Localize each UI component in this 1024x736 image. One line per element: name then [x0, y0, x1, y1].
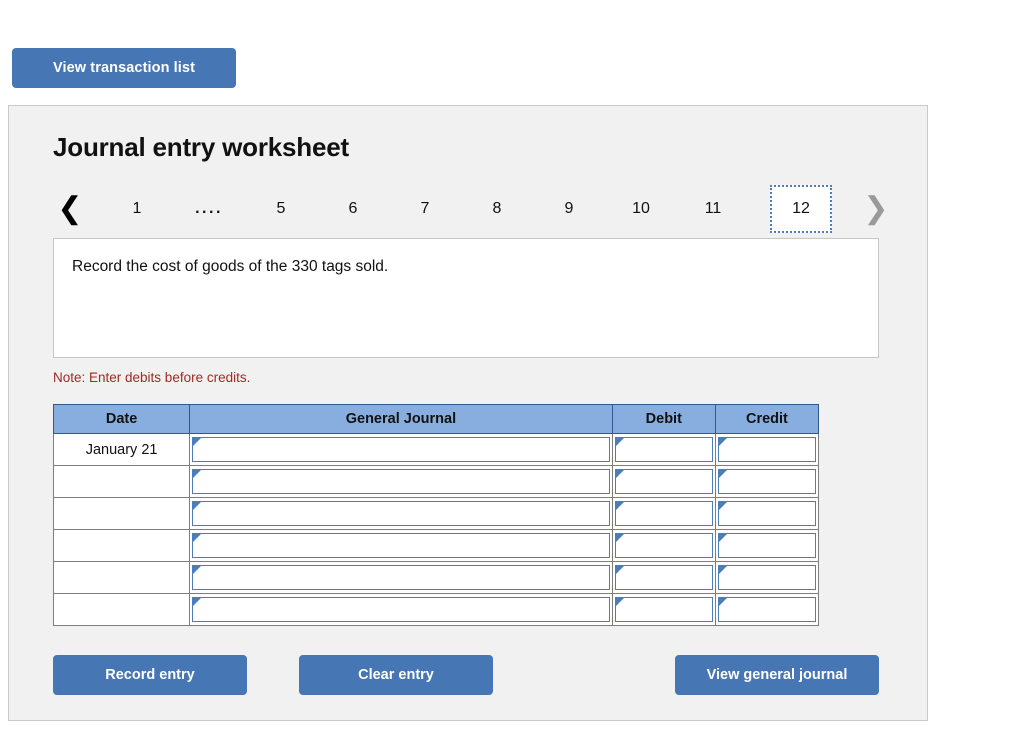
table-row [52, 529, 820, 562]
cell-input-wrapper [717, 437, 816, 462]
pagination-page-1[interactable]: 1 [122, 195, 152, 223]
cell-general-journal[interactable] [189, 593, 613, 626]
cell-date[interactable] [52, 497, 191, 530]
cell-credit[interactable] [714, 465, 820, 498]
cell-debit[interactable] [611, 593, 716, 626]
cell-general-journal-input[interactable] [202, 598, 607, 621]
cell-date[interactable] [52, 593, 191, 626]
cell-input-wrapper [192, 597, 610, 622]
cell-credit[interactable] [714, 433, 820, 466]
cell-input-wrapper [192, 565, 610, 590]
cell-debit[interactable] [611, 433, 716, 466]
cell-input-wrapper [717, 597, 816, 622]
instruction-text: Record the cost of goods of the 330 tags… [72, 258, 389, 275]
cell-input-wrapper [614, 597, 713, 622]
pagination-page-5[interactable]: 5 [266, 195, 296, 223]
cell-debit[interactable] [611, 529, 716, 562]
cell-credit[interactable] [714, 497, 820, 530]
pagination-page-7[interactable]: 7 [410, 195, 440, 223]
cell-input-wrapper [192, 437, 610, 462]
cell-credit-input[interactable] [727, 598, 813, 621]
worksheet-screen: View transaction list Journal entry work… [0, 0, 1024, 736]
debits-before-credits-note: Note: Enter debits before credits. [53, 370, 251, 385]
table-row [52, 561, 820, 594]
cell-date[interactable] [52, 465, 191, 498]
cell-input-wrapper [614, 437, 713, 462]
cell-debit-input[interactable] [624, 566, 710, 589]
column-header-debit: Debit [611, 404, 716, 434]
cell-general-journal[interactable] [189, 561, 613, 594]
pagination-page-11[interactable]: 11 [698, 195, 728, 223]
cell-input-wrapper [717, 565, 816, 590]
cell-input-wrapper [614, 501, 713, 526]
cell-credit[interactable] [714, 593, 820, 626]
cell-input-wrapper [192, 533, 610, 558]
column-header-date: Date [52, 404, 191, 434]
cell-credit-input[interactable] [727, 534, 813, 557]
pagination-page-12[interactable]: 12 [770, 185, 832, 233]
pagination-ellipsis: .... [195, 200, 223, 217]
journal-entry-panel: Journal entry worksheet ❮ 1.... 5 6 7 8 9 10 11… [8, 105, 928, 721]
cell-general-journal[interactable] [189, 433, 613, 466]
cell-input-wrapper [717, 533, 816, 558]
cell-input-wrapper [192, 501, 610, 526]
cell-debit-input[interactable] [624, 438, 710, 461]
chevron-left-icon[interactable]: ❮ [53, 194, 87, 224]
cell-general-journal-input[interactable] [202, 502, 607, 525]
journal-entry-table-body: January 21 [52, 433, 820, 626]
cell-debit-input[interactable] [624, 598, 710, 621]
pagination: ❮ 1.... 5 6 7 8 9 10 11 12 ❯ [53, 180, 893, 238]
cell-general-journal-input[interactable] [202, 470, 607, 493]
cell-general-journal[interactable] [189, 465, 613, 498]
pagination-page-8[interactable]: 8 [482, 195, 512, 223]
cell-input-wrapper [614, 469, 713, 494]
cell-date[interactable] [52, 561, 191, 594]
journal-entry-table: Date General Journal Debit Credit Januar… [52, 404, 820, 626]
cell-credit-input[interactable] [727, 470, 813, 493]
cell-input-wrapper [614, 565, 713, 590]
cell-debit[interactable] [611, 497, 716, 530]
cell-general-journal[interactable] [189, 497, 613, 530]
table-row [52, 593, 820, 626]
cell-date[interactable] [52, 529, 191, 562]
cell-date[interactable]: January 21 [52, 433, 191, 466]
table-row [52, 497, 820, 530]
table-header-row: Date General Journal Debit Credit [52, 404, 820, 434]
pagination-page-9[interactable]: 9 [554, 195, 584, 223]
cell-debit[interactable] [611, 465, 716, 498]
cell-debit-input[interactable] [624, 534, 710, 557]
cell-general-journal-input[interactable] [202, 566, 607, 589]
cell-credit-input[interactable] [727, 566, 813, 589]
pagination-page-6[interactable]: 6 [338, 195, 368, 223]
pagination-pages: 1.... 5 6 7 8 9 10 11 12 [87, 185, 859, 233]
view-transaction-list-button[interactable]: View transaction list [12, 48, 236, 88]
cell-input-wrapper [614, 533, 713, 558]
page-title: Journal entry worksheet [53, 132, 349, 162]
column-header-credit: Credit [714, 404, 820, 434]
cell-credit-input[interactable] [727, 438, 813, 461]
cell-general-journal-input[interactable] [202, 438, 607, 461]
chevron-right-icon[interactable]: ❯ [859, 194, 893, 224]
clear-entry-button[interactable]: Clear entry [299, 655, 493, 695]
cell-input-wrapper [192, 469, 610, 494]
cell-general-journal-input[interactable] [202, 534, 607, 557]
pagination-page-10[interactable]: 10 [626, 195, 656, 223]
cell-input-wrapper [717, 469, 816, 494]
cell-debit-input[interactable] [624, 470, 710, 493]
cell-input-wrapper [717, 501, 816, 526]
cell-general-journal[interactable] [189, 529, 613, 562]
cell-credit-input[interactable] [727, 502, 813, 525]
cell-debit[interactable] [611, 561, 716, 594]
view-general-journal-button[interactable]: View general journal [675, 655, 879, 695]
cell-credit[interactable] [714, 529, 820, 562]
instruction-box: Record the cost of goods of the 330 tags… [53, 238, 879, 358]
table-row [52, 465, 820, 498]
column-header-general-journal: General Journal [189, 404, 613, 434]
cell-credit[interactable] [714, 561, 820, 594]
record-entry-button[interactable]: Record entry [53, 655, 247, 695]
cell-debit-input[interactable] [624, 502, 710, 525]
table-row: January 21 [52, 433, 820, 466]
